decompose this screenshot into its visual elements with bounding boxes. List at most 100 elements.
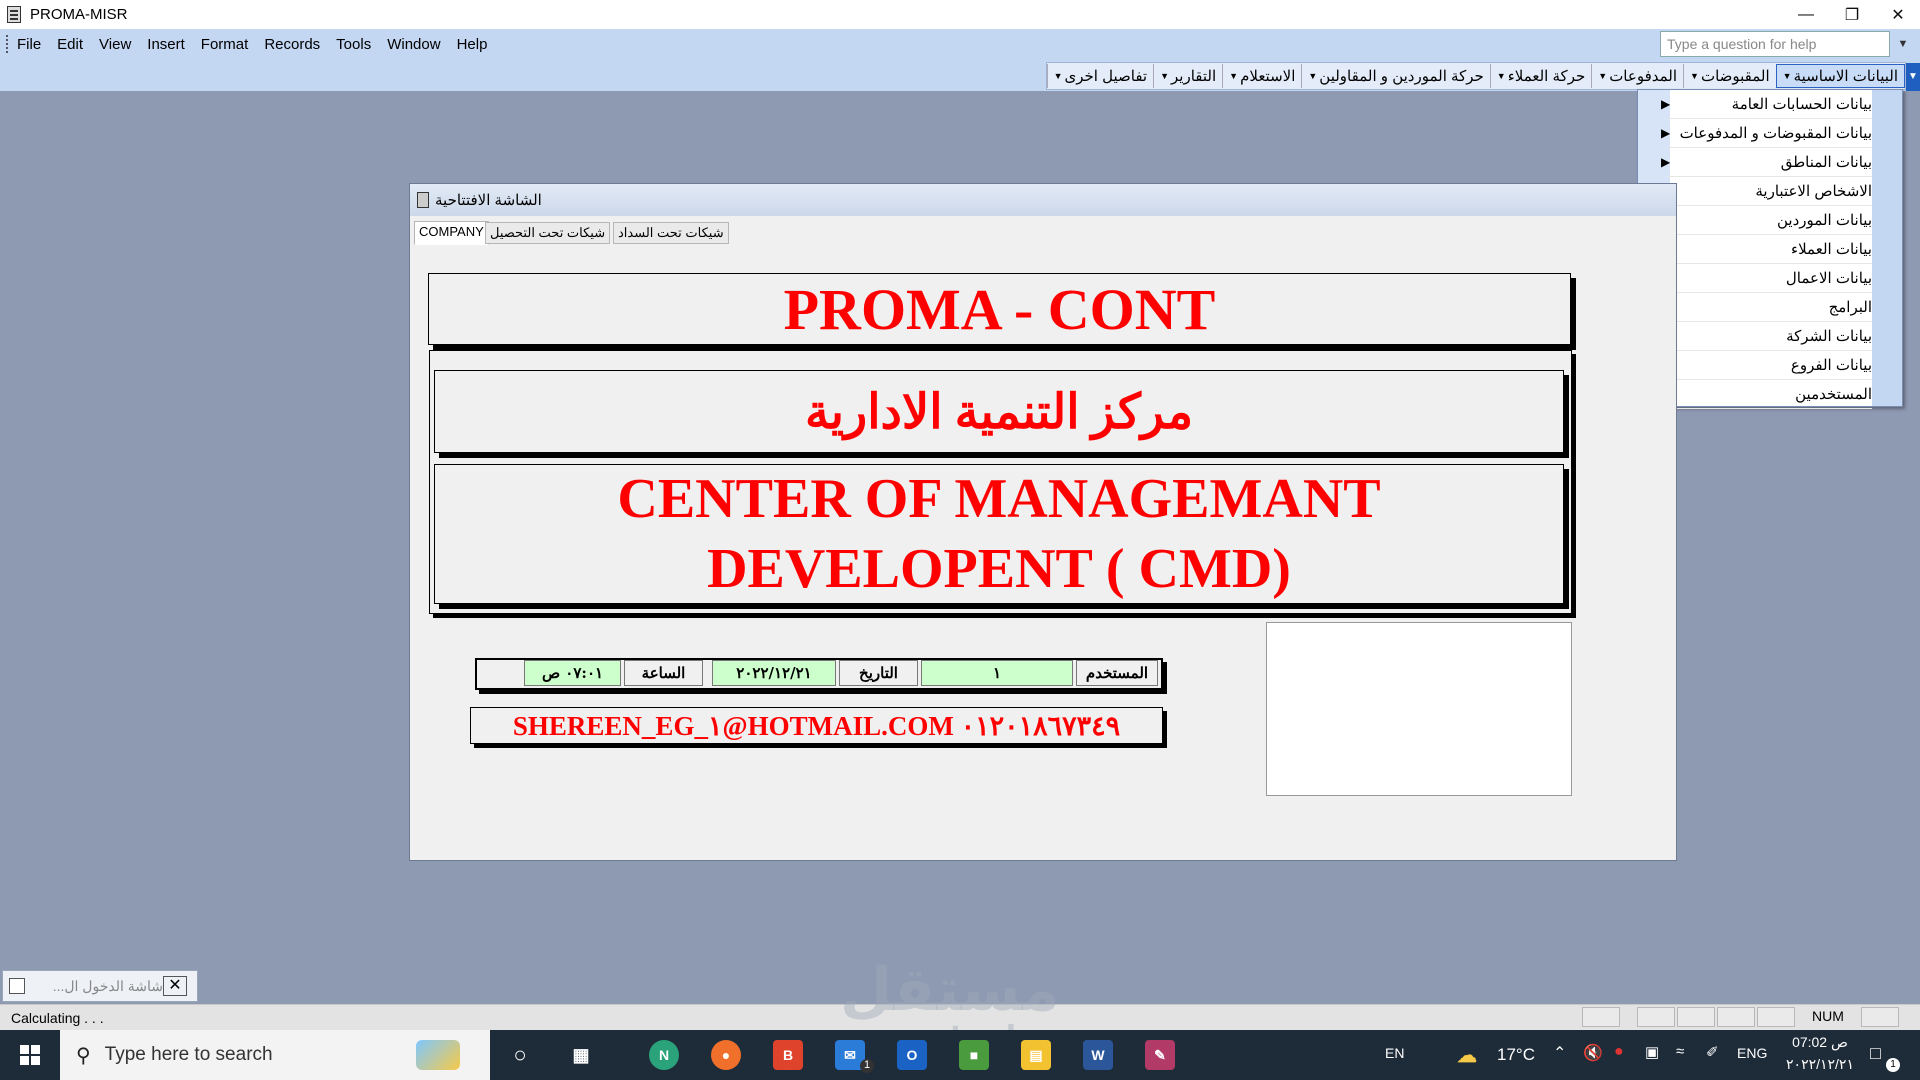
weather-temp[interactable]: 17°C	[1497, 1045, 1535, 1065]
task-view-icon[interactable]: ▦	[566, 1040, 596, 1070]
close-icon[interactable]: ✕	[163, 976, 187, 996]
menu-item-general-accounts[interactable]: بيانات الحسابات العامة ▶	[1661, 90, 1872, 119]
tab-checks-under-collection[interactable]: شيكات تحت التحصيل	[485, 222, 611, 244]
banner-english-name: CENTER OF MANAGEMANT DEVELOPENT ( CMD)	[434, 464, 1564, 604]
notification-center-icon[interactable]: □	[1870, 1043, 1881, 1064]
wifi-icon[interactable]: ≈	[1676, 1043, 1684, 1060]
form-icon	[417, 192, 429, 208]
form-icon	[9, 978, 25, 994]
custom-toolbar: ▼ البيانات الاساسية ▼ المقبوضات ▼ المدفوعات…	[1046, 62, 1906, 90]
menu-help[interactable]: Help	[449, 36, 496, 53]
menu-item-label: الاشخاص الاعتبارية	[1755, 183, 1872, 200]
menu-item-works[interactable]: بيانات الاعمال▶	[1661, 264, 1872, 293]
toolbar-label: الاستعلام	[1240, 68, 1296, 85]
menu-format[interactable]: Format	[193, 36, 257, 53]
toolbar-payments[interactable]: ▼ المدفوعات	[1591, 64, 1683, 88]
menu-window[interactable]: Window	[379, 36, 448, 53]
date-field[interactable]: ٢٠٢٢/١٢/٢١	[712, 660, 836, 686]
show-hidden-icons-icon[interactable]: ⌃	[1553, 1043, 1566, 1063]
toolbar-customer-movement[interactable]: ▼ حركة العملاء	[1489, 64, 1591, 88]
network-error-icon[interactable]: ●	[1614, 1043, 1624, 1061]
menu-records[interactable]: Records	[256, 36, 328, 53]
dropdown-triangle-icon: ▼	[1496, 71, 1506, 81]
status-slot	[1637, 1007, 1675, 1027]
notion-app-icon[interactable]: N	[649, 1040, 679, 1070]
menu-edit[interactable]: Edit	[49, 36, 91, 53]
file-explorer-icon[interactable]: ▤	[1021, 1040, 1051, 1070]
menu-item-regions[interactable]: بيانات المناطق ▶	[1661, 148, 1872, 177]
time-label: الساعة	[624, 660, 703, 686]
toolbar-other-details[interactable]: ▼ تفاصيل اخرى	[1046, 64, 1154, 88]
opening-screen-form: الشاشة الافتتاحية COMPANY شيكات تحت التح…	[409, 183, 1677, 861]
camera-icon[interactable]: ▣	[1645, 1043, 1659, 1061]
dropdown-triangle-icon: ▼	[1229, 71, 1239, 81]
num-lock-indicator: NUM	[1812, 1008, 1844, 1024]
help-question-input[interactable]: Type a question for help	[1660, 31, 1890, 57]
menu-item-company[interactable]: بيانات الشركة	[1667, 322, 1872, 351]
close-button[interactable]: ✕	[1875, 0, 1920, 29]
tab-checks-under-payment[interactable]: شيكات تحت السداد	[613, 222, 729, 244]
toolbar-supplier-movement[interactable]: ▼ حركة الموردين و المقاولين	[1301, 64, 1489, 88]
contact-info: SHEREEN_EG_١@HOTMAIL.COM ٠١٢٠١٨٦٧٣٤٩	[512, 710, 1121, 741]
minecraft-icon[interactable]: ■	[959, 1040, 989, 1070]
help-dropdown-arrow-icon[interactable]: ▼	[1894, 33, 1912, 55]
minimized-form-title: شاشة الدخول ال...	[52, 977, 163, 994]
banner-arabic-name: مركز التنمية الادارية	[434, 370, 1564, 453]
menu-item-programs[interactable]: البرامج▶	[1661, 293, 1872, 322]
access-app-icon[interactable]: ✎	[1145, 1040, 1175, 1070]
submenu-arrow-icon: ▶	[1661, 97, 1671, 111]
date-label: التاريخ	[839, 660, 918, 686]
status-slot	[1757, 1007, 1795, 1027]
status-slot	[1717, 1007, 1755, 1027]
start-button[interactable]	[0, 1030, 60, 1080]
menu-item-label: بيانات الشركة	[1786, 328, 1872, 345]
menu-tools[interactable]: Tools	[328, 36, 379, 53]
submenu-arrow-icon: ▶	[1661, 155, 1671, 169]
volume-muted-icon[interactable]: 🔇	[1583, 1043, 1603, 1063]
toolbar-inquiry[interactable]: ▼ الاستعلام	[1222, 64, 1301, 88]
menu-item-customers[interactable]: بيانات العملاء▶	[1661, 235, 1872, 264]
word-icon[interactable]: W	[1083, 1040, 1113, 1070]
banner-english-line-1: CENTER OF MANAGEMANT	[617, 468, 1381, 530]
firefox-icon[interactable]: ●	[711, 1040, 741, 1070]
form-title-bar[interactable]: الشاشة الافتتاحية	[410, 184, 1676, 216]
keyboard-layout[interactable]: ENG	[1737, 1045, 1767, 1061]
language-indicator[interactable]: EN	[1385, 1045, 1404, 1061]
menu-item-legal-persons[interactable]: الاشخاص الاعتبارية▶	[1661, 177, 1872, 206]
toolbar-options-icon[interactable]: ▼	[1906, 63, 1920, 91]
menu-item-receipts-payments[interactable]: بيانات المقبوضات و المدفوعات ▶	[1661, 119, 1872, 148]
time-field[interactable]: ٠٧:٠١ ص	[524, 660, 621, 686]
menu-item-label: بيانات المقبوضات و المدفوعات	[1679, 125, 1872, 142]
minimize-button[interactable]: —	[1783, 0, 1829, 29]
tab-company[interactable]: COMPANY	[414, 221, 489, 245]
search-placeholder: Type here to search	[104, 1044, 273, 1065]
weather-icon[interactable]: ☁	[1452, 1040, 1482, 1070]
menu-item-label: بيانات العملاء	[1791, 241, 1872, 258]
dropdown-icon-gutter	[1872, 90, 1902, 406]
taskbar-search[interactable]: ⚲ Type here to search	[60, 1030, 490, 1080]
user-field[interactable]: ١	[921, 660, 1073, 686]
outlook-icon[interactable]: O	[897, 1040, 927, 1070]
menu-item-users[interactable]: المستخدمين	[1667, 380, 1872, 409]
clock-time[interactable]: 07:02 ص	[1785, 1034, 1855, 1051]
menu-file[interactable]: File	[9, 36, 49, 53]
restore-button[interactable]: ❐	[1829, 0, 1875, 29]
toolbar-reports[interactable]: ▼ التقارير	[1153, 64, 1222, 88]
menu-insert[interactable]: Insert	[139, 36, 193, 53]
status-slot	[1582, 1007, 1620, 1027]
app-icon	[7, 6, 21, 23]
cortana-icon[interactable]: ○	[505, 1040, 535, 1070]
menu-item-branches[interactable]: بيانات الفروع	[1667, 351, 1872, 380]
form-title: الشاشة الافتتاحية	[435, 192, 542, 209]
pen-icon[interactable]: ✐	[1706, 1043, 1719, 1061]
minimized-login-form[interactable]: شاشة الدخول ال... ✕	[2, 970, 198, 1002]
menu-view[interactable]: View	[91, 36, 139, 53]
company-logo-box	[1266, 622, 1572, 796]
clock-date[interactable]: ٢٠٢٢/١٢/٢١	[1778, 1056, 1862, 1073]
toolbar-receipts[interactable]: ▼ المقبوضات	[1683, 64, 1776, 88]
search-highlight-icon	[416, 1040, 460, 1070]
menu-item-suppliers[interactable]: بيانات الموردين▶	[1661, 206, 1872, 235]
window-title: PROMA-MISR	[30, 6, 128, 23]
brave-browser-icon[interactable]: B	[773, 1040, 803, 1070]
toolbar-basic-data[interactable]: ▼ البيانات الاساسية	[1775, 64, 1905, 88]
